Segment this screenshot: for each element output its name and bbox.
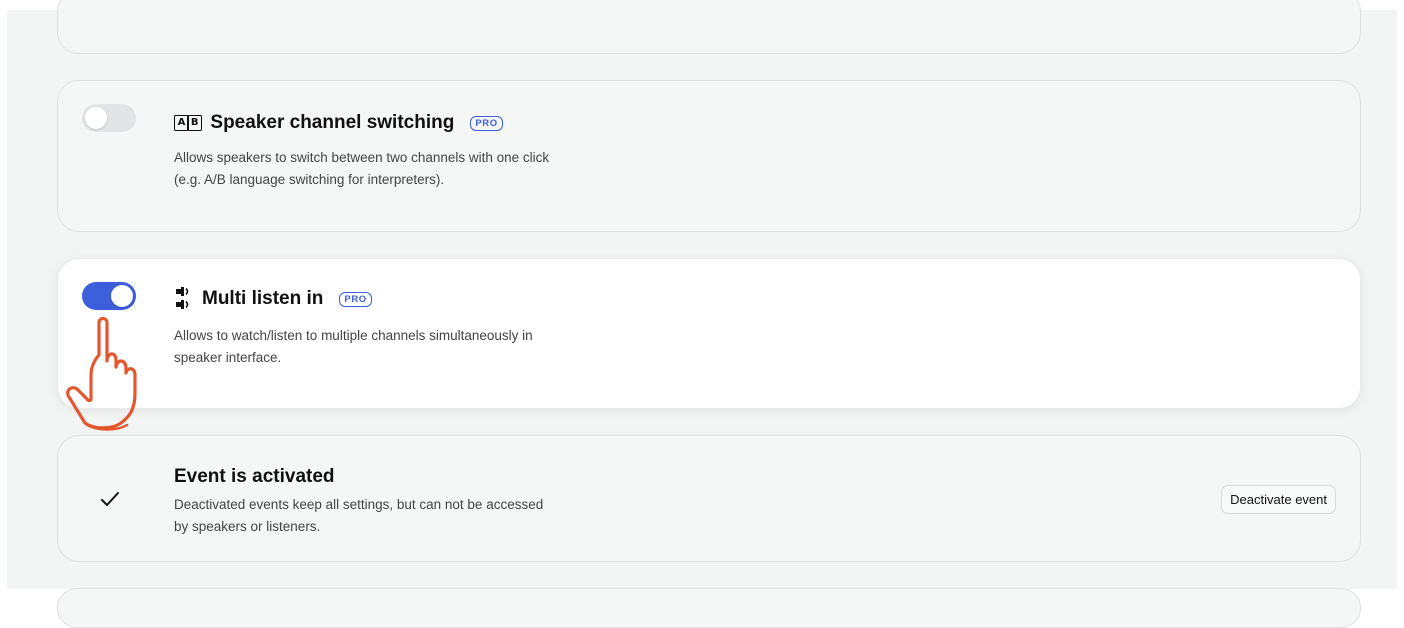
event-status-description: Deactivated events keep all settings, bu… xyxy=(174,497,544,534)
speaker-switching-title-row: A B Speaker channel switching PRO xyxy=(174,111,503,135)
check-icon xyxy=(101,492,119,506)
event-status-title: Event is activated xyxy=(174,466,335,487)
settings-panel: A B Speaker channel switching PRO Allows… xyxy=(7,0,1397,628)
multi-listen-description: Allows to watch/listen to multiple chann… xyxy=(174,328,533,365)
toggle-knob xyxy=(85,107,107,129)
multi-listen-title: Multi listen in xyxy=(202,288,324,309)
toggle-knob xyxy=(111,285,133,307)
multi-listen-title-row: Multi listen in PRO xyxy=(174,287,372,311)
setting-card-speaker-switching: A B Speaker channel switching PRO Allows… xyxy=(57,80,1361,232)
multi-speaker-icon xyxy=(176,287,189,309)
multi-listen-toggle[interactable] xyxy=(82,282,136,310)
deactivate-event-button[interactable]: Deactivate event xyxy=(1221,485,1336,514)
speaker-switching-title: Speaker channel switching xyxy=(210,112,455,133)
speaker-switching-toggle[interactable] xyxy=(82,104,136,132)
setting-card-next xyxy=(57,588,1361,628)
pro-badge: PRO xyxy=(339,291,372,307)
ab-switch-icon: A B xyxy=(174,115,203,131)
ab-icon-letter-b: B xyxy=(187,115,203,131)
event-status-card: Event is activated Deactivated events ke… xyxy=(57,435,1361,562)
setting-card-multi-listen: Multi listen in PRO Allows to watch/list… xyxy=(57,258,1361,409)
setting-card-previous xyxy=(57,0,1361,54)
pro-badge: PRO xyxy=(470,115,503,131)
speaker-switching-description: Allows speakers to switch between two ch… xyxy=(174,150,550,187)
